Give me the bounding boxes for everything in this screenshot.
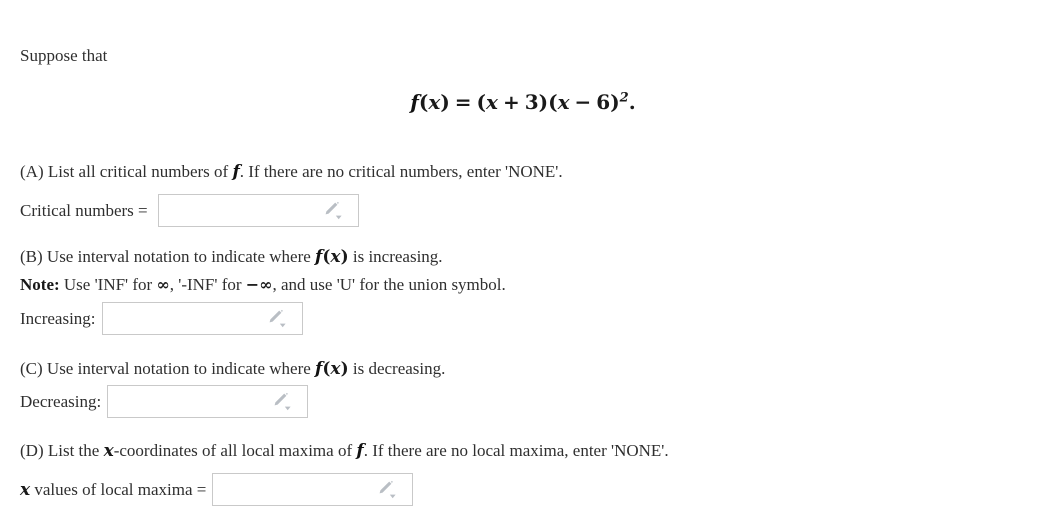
part-a-prompt-post: . If there are no critical numbers, ente… xyxy=(239,162,563,181)
part-d-label-rest: values of local maxima = xyxy=(30,479,207,499)
part-b-note: Note: Use 'INF' for ∞, '-INF' for −∞, an… xyxy=(20,274,506,296)
part-c-answer-label: Decreasing: xyxy=(20,391,102,411)
formula-group2-open: ( xyxy=(548,90,558,114)
part-b-paren-close: ) xyxy=(340,247,349,267)
formula-paren-open: ( xyxy=(418,90,429,114)
function-definition-formula: f(x) = (x + 3)(x − 6)2. xyxy=(0,90,1046,115)
part-c-answer-input[interactable] xyxy=(107,385,309,418)
formula-group2-number: 6 xyxy=(596,90,611,114)
part-d-prompt-mid: -coordinates of all local maxima of xyxy=(113,441,357,460)
part-d-prompt-pre: (D) List the xyxy=(20,441,104,460)
pencil-icon[interactable] xyxy=(322,201,344,221)
part-b-prompt: (B) Use interval notation to indicate wh… xyxy=(20,246,443,268)
part-d-variable: x xyxy=(103,441,114,461)
part-d-label-variable: x xyxy=(20,479,31,500)
part-b-answer-row: Increasing: xyxy=(20,302,303,335)
part-d-answer-input[interactable] xyxy=(212,473,414,506)
part-a-answer-row: Critical numbers = xyxy=(20,194,359,227)
formula-group1-operator: + xyxy=(502,90,520,114)
part-d-prompt-post: . If there are no local maxima, enter 'N… xyxy=(363,441,669,460)
formula-group1-number: 3 xyxy=(524,90,539,114)
infinity-symbol-positive: ∞ xyxy=(156,275,170,294)
part-d-answer-row: x values of local maxima = xyxy=(20,473,414,506)
formula-group1-variable: x xyxy=(486,90,498,114)
part-a-function-symbol: f xyxy=(232,162,240,182)
part-d-answer-label: x values of local maxima = xyxy=(20,480,212,500)
formula-group2-variable: x xyxy=(557,90,570,114)
intro-text: Suppose that xyxy=(20,46,108,65)
part-a-answer-input[interactable] xyxy=(157,194,359,227)
part-d-function-symbol: f xyxy=(356,441,364,461)
note-mid: , '-INF' for xyxy=(169,275,246,294)
note-post: , and use 'U' for the union symbol. xyxy=(272,275,506,294)
part-a-answer-label: Critical numbers = xyxy=(20,200,148,220)
formula-paren-close: ) xyxy=(440,90,450,114)
part-b-prompt-pre: (B) Use interval notation to indicate wh… xyxy=(20,247,316,266)
formula-group1-open: ( xyxy=(476,90,487,114)
formula-group1-close: ) xyxy=(538,90,549,114)
part-c-answer-row: Decreasing: xyxy=(20,385,309,418)
part-b-variable: x xyxy=(330,247,341,267)
pencil-icon[interactable] xyxy=(266,309,288,329)
part-b-answer-input[interactable] xyxy=(101,302,303,335)
note-label: Note: xyxy=(20,275,60,294)
pencil-icon[interactable] xyxy=(271,392,293,412)
formula-group2-close: ) xyxy=(610,90,620,114)
part-b-answer-label: Increasing: xyxy=(20,308,96,328)
part-c-variable: x xyxy=(330,359,341,379)
note-pre: Use 'INF' for xyxy=(59,275,157,294)
formula-equals: = xyxy=(454,90,472,114)
infinity-symbol-negative: ∞ xyxy=(259,275,273,294)
part-c-paren-close: ) xyxy=(340,359,349,379)
problem-page: Suppose that f(x) = (x + 3)(x − 6)2. (A)… xyxy=(0,0,1046,506)
formula-lhs-variable: x xyxy=(428,90,441,114)
formula-group2-operator: − xyxy=(574,90,592,114)
part-c-prompt-post: is decreasing. xyxy=(348,359,446,378)
formula-period: . xyxy=(628,90,636,114)
part-d-prompt: (D) List the x-coordinates of all local … xyxy=(20,440,669,462)
part-c-prompt-pre: (C) Use interval notation to indicate wh… xyxy=(20,359,316,378)
part-b-prompt-post: is increasing. xyxy=(348,247,443,266)
pencil-icon[interactable] xyxy=(376,480,398,500)
part-a-prompt-pre: (A) List all critical numbers of xyxy=(20,162,233,181)
part-a-prompt: (A) List all critical numbers of f. If t… xyxy=(20,161,563,183)
formula-f: f xyxy=(410,90,419,114)
minus-sign: − xyxy=(245,275,260,294)
part-c-prompt: (C) Use interval notation to indicate wh… xyxy=(20,358,445,380)
formula-exponent: 2 xyxy=(619,90,629,106)
